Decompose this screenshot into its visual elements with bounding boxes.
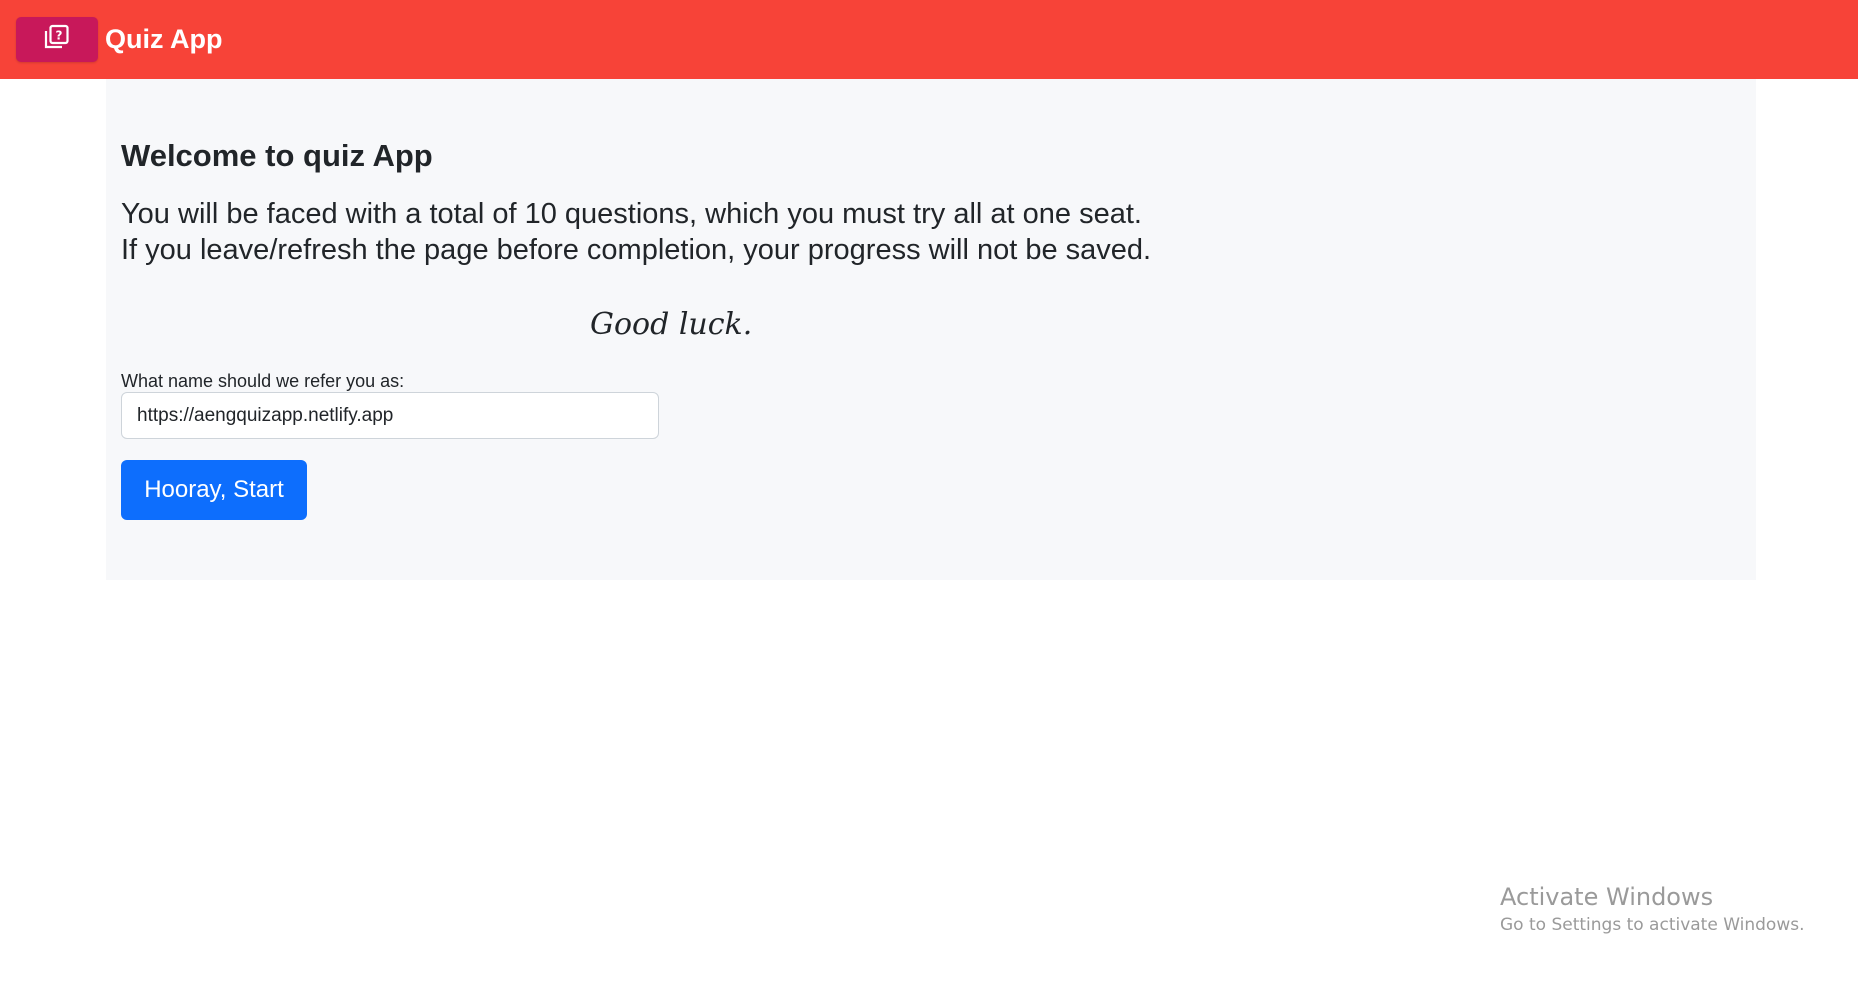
app-title[interactable]: Quiz App [105, 20, 222, 58]
name-input[interactable] [121, 392, 659, 439]
watermark-subtitle: Go to Settings to activate Windows. [1500, 915, 1805, 935]
intro-line-2: If you leave/refresh the page before com… [121, 234, 1152, 266]
start-button[interactable]: Hooray, Start [121, 460, 307, 520]
watermark-title: Activate Windows [1500, 883, 1714, 911]
good-luck-text: Good luck. [590, 307, 753, 342]
intro-text: You will be faced with a total of 10 que… [121, 196, 1151, 268]
windows-activation-watermark: Activate Windows Go to Settings to activ… [1500, 882, 1805, 938]
welcome-heading: Welcome to quiz App [121, 138, 433, 173]
quiz-question-icon: ? [42, 22, 72, 57]
svg-text:?: ? [56, 29, 63, 43]
navbar: ? Quiz App [0, 0, 1858, 79]
welcome-panel: Welcome to quiz App You will be faced wi… [106, 79, 1756, 580]
name-label: What name should we refer you as: [121, 371, 405, 391]
logo-button[interactable]: ? [16, 17, 98, 62]
intro-line-1: You will be faced with a total of 10 que… [121, 198, 1142, 230]
